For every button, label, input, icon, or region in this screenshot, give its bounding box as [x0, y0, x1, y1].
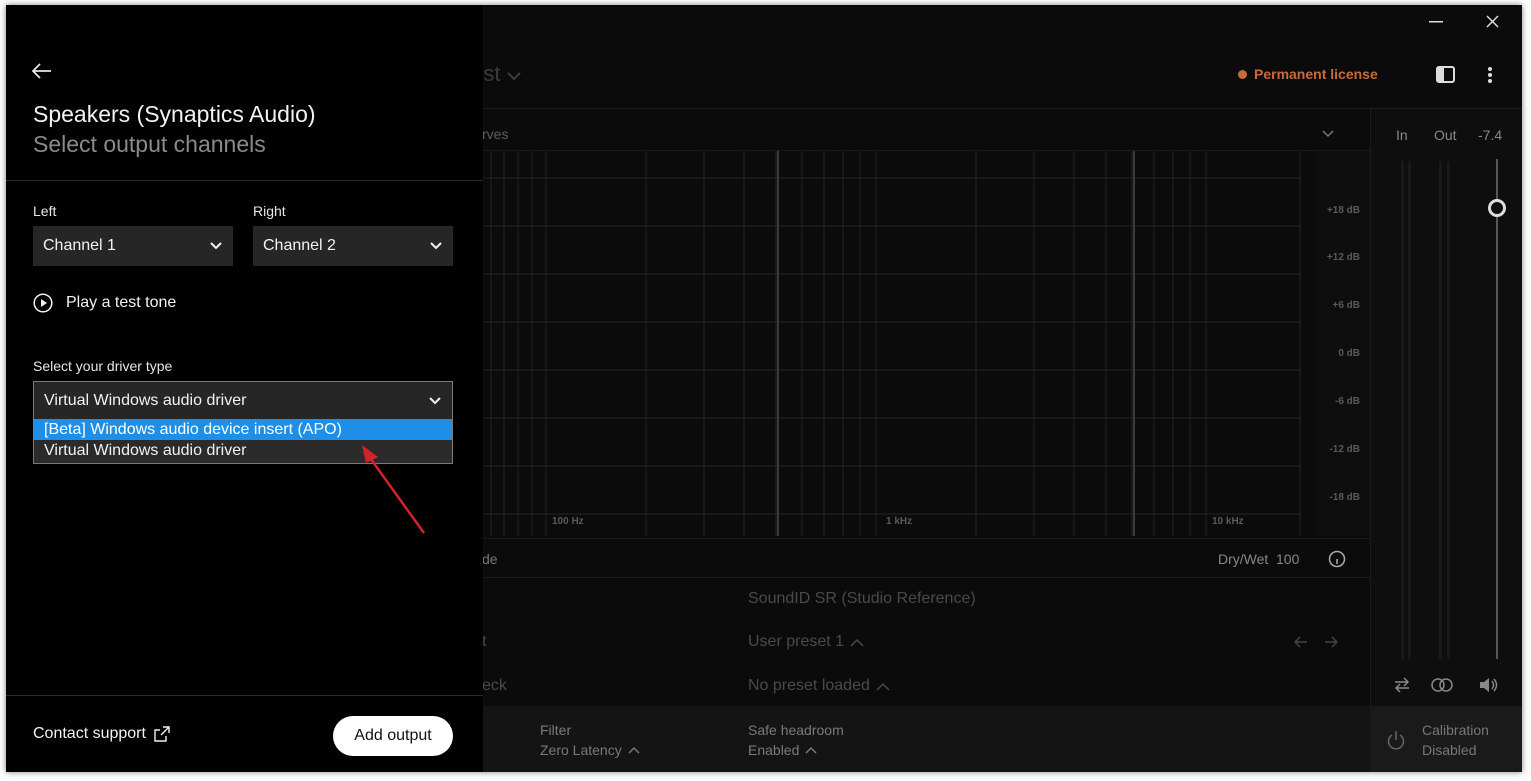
- db-label: +6 dB: [1332, 300, 1360, 311]
- out-meter-left: [1439, 161, 1442, 659]
- drywet-label: Dry/Wet: [1218, 551, 1269, 567]
- volume-slider-knob[interactable]: [1488, 199, 1506, 217]
- divider: [6, 695, 483, 696]
- headroom-label: Safe headroom: [748, 722, 844, 738]
- chevron-up-icon: [805, 746, 817, 754]
- bottom-bar: Filter Zero Latency Safe headroom Enable…: [482, 706, 1522, 772]
- play-icon: [33, 293, 53, 313]
- chevron-up-icon: [628, 746, 640, 754]
- db-label: -6 dB: [1335, 396, 1360, 407]
- app-window: rst Permanent license rves 100 Hz 1 kHz …: [6, 5, 1522, 772]
- left-channel-label: Left: [33, 203, 57, 219]
- chevron-down-icon: [429, 397, 441, 405]
- eq-grid: [482, 151, 1301, 536]
- speaker-icon[interactable]: [1478, 676, 1500, 694]
- panel-subtitle: Select output channels: [33, 131, 266, 157]
- graph-header: rves: [482, 113, 1370, 151]
- eq-graph: 100 Hz 1 kHz 10 kHz: [482, 151, 1302, 536]
- driver-type-label: Select your driver type: [33, 358, 173, 374]
- external-link-icon: [154, 726, 170, 742]
- power-icon: [1387, 731, 1405, 750]
- output-settings-panel: Speakers (Synaptics Audio) Select output…: [6, 5, 483, 772]
- right-channel-label: Right: [253, 203, 286, 219]
- chevron-up-icon: [850, 638, 864, 647]
- chevron-down-icon: [210, 242, 222, 250]
- arrow-right-icon[interactable]: [1324, 636, 1338, 648]
- mix-row: de Dry/Wet 100: [482, 538, 1370, 578]
- db-label: -12 dB: [1329, 444, 1360, 455]
- right-channel-select[interactable]: Channel 2: [253, 226, 453, 266]
- mono-icon[interactable]: [1430, 676, 1454, 694]
- play-test-tone-button[interactable]: Play a test tone: [33, 293, 176, 313]
- db-label: 0 dB: [1338, 348, 1360, 359]
- chevron-down-icon: [430, 242, 442, 250]
- swap-channels-icon[interactable]: [1393, 676, 1411, 694]
- in-meter-left: [1401, 161, 1404, 659]
- hz-label: 100 Hz: [552, 516, 584, 527]
- preset-check-select[interactable]: No preset loaded: [748, 677, 890, 695]
- meters-panel: In Out -7.4: [1370, 109, 1522, 707]
- panel-title: Speakers (Synaptics Audio): [33, 101, 316, 127]
- volume-value: -7.4: [1478, 127, 1503, 143]
- calibration-toggle[interactable]: Calibration Disabled: [1370, 706, 1522, 772]
- contact-support-link[interactable]: Contact support: [33, 725, 170, 743]
- drywet-knob-icon[interactable]: [1328, 550, 1346, 568]
- calibration-value: Disabled: [1422, 742, 1477, 758]
- soundid-profile[interactable]: SoundID SR (Studio Reference): [748, 590, 976, 608]
- volume-track[interactable]: [1496, 159, 1498, 659]
- chevron-down-icon[interactable]: [1322, 130, 1334, 138]
- db-label: -18 dB: [1329, 492, 1360, 503]
- user-preset-select[interactable]: User preset 1: [748, 633, 864, 651]
- left-channel-select[interactable]: Channel 1: [33, 226, 233, 266]
- divider: [6, 180, 483, 181]
- close-icon[interactable]: [1486, 15, 1499, 28]
- status-dot-icon: [1238, 69, 1247, 79]
- headroom-select[interactable]: Enabled: [748, 742, 817, 758]
- minimize-icon[interactable]: [1429, 21, 1443, 23]
- db-label: +12 dB: [1326, 252, 1360, 263]
- annotation-arrow-icon: [362, 445, 426, 534]
- license-status: Permanent license: [1238, 66, 1378, 82]
- out-meter-right: [1447, 161, 1450, 659]
- chevron-up-icon: [876, 682, 890, 691]
- more-menu-icon[interactable]: [1487, 66, 1493, 84]
- db-label: +18 dB: [1326, 205, 1360, 216]
- out-label: Out: [1434, 127, 1457, 143]
- back-arrow-icon[interactable]: [32, 63, 52, 79]
- sidebar-toggle-icon[interactable]: [1436, 66, 1455, 83]
- calibration-label: Calibration: [1422, 722, 1489, 738]
- drywet-value[interactable]: 100: [1276, 551, 1299, 567]
- arrow-left-icon[interactable]: [1294, 636, 1308, 648]
- filter-label: Filter: [540, 722, 572, 738]
- filter-select[interactable]: Zero Latency: [540, 742, 640, 758]
- db-scale: +18 dB +12 dB +6 dB 0 dB -6 dB -12 dB -1…: [1316, 151, 1370, 536]
- in-meter-right: [1408, 161, 1411, 659]
- hz-label: 1 kHz: [886, 516, 913, 527]
- driver-type-select[interactable]: Virtual Windows audio driver: [33, 381, 453, 421]
- in-label: In: [1396, 127, 1408, 143]
- driver-option-apo[interactable]: [Beta] Windows audio device insert (APO): [34, 419, 452, 440]
- hz-label: 10 kHz: [1212, 516, 1244, 527]
- chevron-down-icon: [506, 72, 521, 81]
- add-output-button[interactable]: Add output: [333, 716, 453, 756]
